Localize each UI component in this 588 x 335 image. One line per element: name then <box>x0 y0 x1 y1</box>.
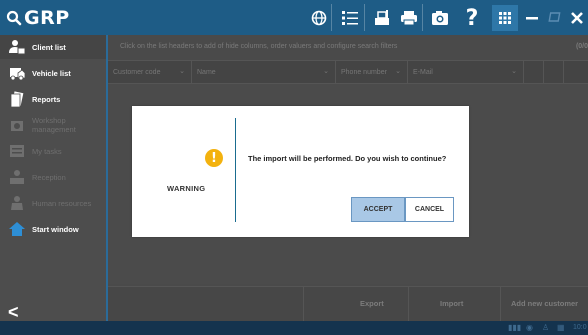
sidebar-item-reception[interactable]: Reception <box>0 165 106 189</box>
calendar-icon: ▦ <box>557 323 565 332</box>
chevron-down-icon: ⌄ <box>179 68 185 75</box>
clock-time: 10:0 <box>573 324 587 331</box>
globe-icon[interactable] <box>308 7 330 29</box>
export-button[interactable]: Export <box>360 299 384 308</box>
search-icon[interactable] <box>6 10 22 26</box>
app-title: GRP <box>24 7 70 29</box>
accept-button[interactable]: ACCEPT <box>351 197 405 222</box>
dialog-divider <box>235 118 236 222</box>
chevron-down-icon: ⌄ <box>395 68 401 75</box>
column-name[interactable]: Name ⌄ <box>192 61 336 83</box>
workshop-icon <box>9 117 25 133</box>
minimize-icon[interactable] <box>521 7 543 29</box>
column-extra-1[interactable] <box>524 61 544 83</box>
grid-icon[interactable] <box>494 7 516 29</box>
sidebar-item-vehicle-list[interactable]: Vehicle list <box>0 61 106 85</box>
camera-icon[interactable] <box>429 7 451 29</box>
sidebar: Client list Vehicle list Reports Worksho… <box>0 35 108 323</box>
footer-bar: Export Import Add new customer <box>108 286 588 322</box>
sidebar-item-label: Reception <box>32 172 66 182</box>
sidebar-item-client-list[interactable]: Client list <box>0 35 106 59</box>
sidebar-item-label: My tasks <box>32 146 62 156</box>
cancel-button[interactable]: CANCEL <box>405 197 454 222</box>
list-icon[interactable] <box>339 7 361 29</box>
chevron-down-icon: ⌄ <box>511 68 517 75</box>
status-bar: ▮▮▮ ◉ ♙ ▦ 10:0 <box>0 321 588 335</box>
sidebar-item-label: Reports <box>32 94 61 104</box>
column-header-row: Customer code ⌄ Name ⌄ Phone number ⌄ E-… <box>108 60 588 84</box>
printer-icon[interactable] <box>398 7 420 29</box>
sidebar-item-label: Vehicle list <box>32 68 71 78</box>
sidebar-item-label: Client list <box>32 42 66 52</box>
back-chevron-icon[interactable]: < <box>8 302 19 323</box>
reports-icon <box>9 91 25 108</box>
record-count: (0/0 <box>575 43 588 50</box>
close-icon[interactable] <box>566 7 588 29</box>
hr-icon <box>9 195 25 211</box>
sidebar-item-label: Human resources <box>32 198 92 208</box>
tasks-icon <box>9 143 25 159</box>
sidebar-item-workshop[interactable]: Workshop management <box>0 113 106 137</box>
battery-icon: ▮▮▮ <box>508 323 522 332</box>
column-extra-2[interactable] <box>544 61 564 83</box>
print-station-icon[interactable] <box>371 7 393 29</box>
sidebar-item-human-resources[interactable]: Human resources <box>0 191 106 215</box>
app-logo: GRP <box>6 7 70 29</box>
client-icon <box>9 39 26 55</box>
dialog-message: The import will be performed. Do you wis… <box>248 154 447 163</box>
chevron-down-icon: ⌄ <box>323 68 329 75</box>
confirm-dialog: ! WARNING The import will be performed. … <box>132 106 469 237</box>
sidebar-item-reports[interactable]: Reports <box>0 87 106 111</box>
add-customer-button[interactable]: Add new customer <box>511 299 578 308</box>
warning-label: WARNING <box>167 184 206 193</box>
warning-icon: ! <box>205 149 223 167</box>
column-phone-number[interactable]: Phone number ⌄ <box>336 61 408 83</box>
sidebar-item-label: Start window <box>32 224 79 234</box>
wifi-icon: ◉ <box>526 323 533 332</box>
help-icon[interactable]: ? <box>461 6 483 31</box>
home-icon <box>9 221 25 237</box>
restore-icon[interactable] <box>544 7 566 29</box>
column-email[interactable]: E-Mail ⌄ <box>408 61 524 83</box>
column-customer-code[interactable]: Customer code ⌄ <box>108 61 192 83</box>
user-icon: ♙ <box>542 323 550 332</box>
import-button[interactable]: Import <box>440 299 463 308</box>
sidebar-item-label: Workshop management <box>32 116 76 134</box>
list-hint: Click on the list headers to add of hide… <box>120 43 398 50</box>
sidebar-item-start-window[interactable]: Start window <box>0 217 106 241</box>
vehicle-icon <box>9 65 26 81</box>
reception-icon <box>9 169 25 185</box>
sidebar-item-my-tasks[interactable]: My tasks <box>0 139 106 163</box>
top-bar: GRP ? <box>0 0 588 35</box>
